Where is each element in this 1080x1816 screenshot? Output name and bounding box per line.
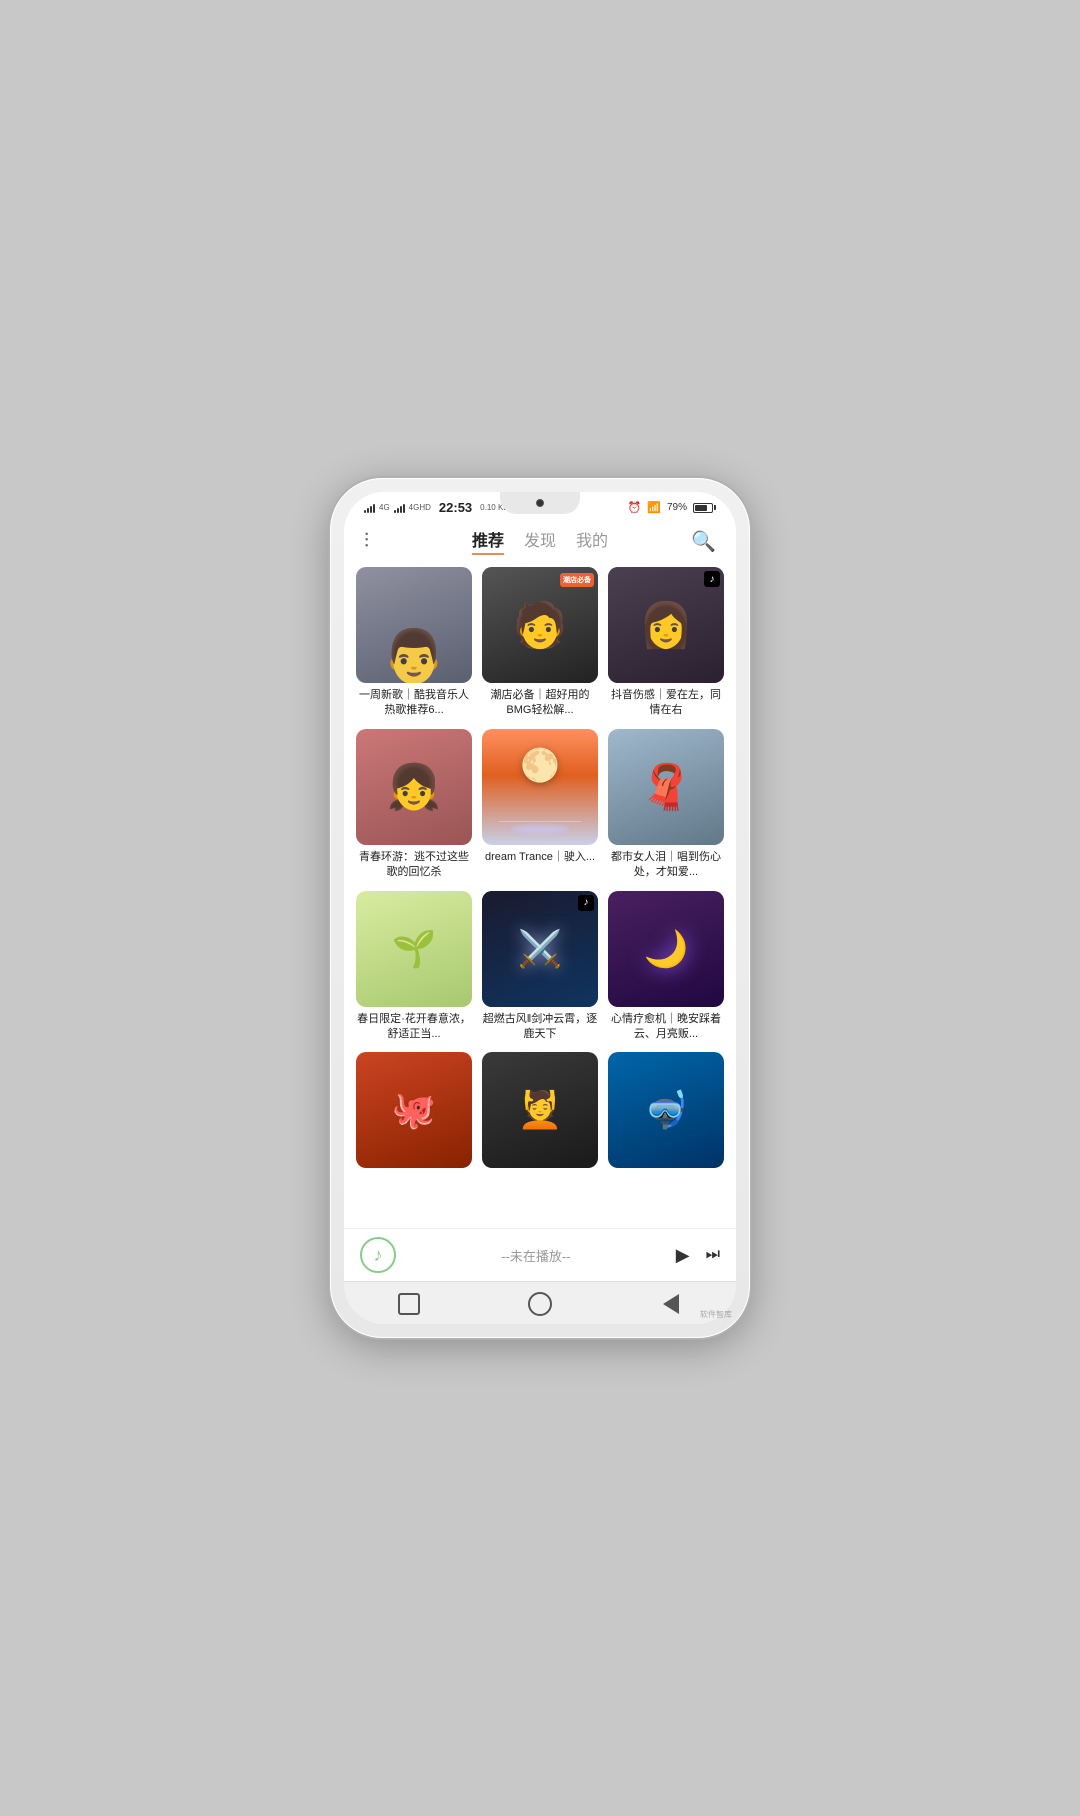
battery-icon — [693, 503, 716, 513]
item-label-7: 春日限定·花开春意浓，舒适正当... — [356, 1012, 472, 1043]
item-label-9: 心情疗愈机｜晚安踩着云、月亮贩... — [608, 1012, 724, 1043]
list-item[interactable]: 👧 青春环游：逃不过这些歌的回忆杀 — [356, 729, 472, 881]
content-area[interactable]: 👨 一周新歌｜酷我音乐人热歌推荐6... 🧑 潮店必备 潮店必备｜超好用的BMG… — [344, 559, 736, 1228]
list-item[interactable]: 💆 — [482, 1052, 598, 1173]
status-right: ⏰ 📶 79% — [628, 501, 716, 514]
signal-type-2: 4GHD — [409, 503, 431, 512]
list-item[interactable]: 🧑 潮店必备 潮店必备｜超好用的BMG轻松解... — [482, 567, 598, 719]
status-left: 4G 4GHD 22:53 0.10 KB/s — [364, 500, 515, 515]
signal-bars-2 — [394, 503, 405, 513]
list-item[interactable]: 👨 一周新歌｜酷我音乐人热歌推荐6... — [356, 567, 472, 719]
thumb-1: 👨 — [356, 567, 472, 683]
list-item[interactable]: ⚔️ ♪ 超燃古风‖剑冲云霄，逐鹿天下 — [482, 891, 598, 1043]
player-controls: ▶ ⏭ — [676, 1245, 720, 1266]
phone-screen: 4G 4GHD 22:53 0.10 KB/s ⏰ 📶 79% — [344, 492, 736, 1324]
bottom-nav — [344, 1281, 736, 1324]
tab-discover[interactable]: 发现 — [524, 527, 556, 555]
music-grid: 👨 一周新歌｜酷我音乐人热歌推荐6... 🧑 潮店必备 潮店必备｜超好用的BMG… — [356, 567, 724, 1173]
badge-text: 潮店必备 — [560, 573, 594, 587]
signal-type-1: 4G — [379, 503, 390, 512]
thumb-10: 🐙 — [356, 1052, 472, 1168]
search-icon[interactable]: 🔍 — [684, 529, 716, 554]
thumb-3: 👩 ♪ — [608, 567, 724, 683]
wifi-icon: 📶 — [647, 501, 661, 514]
item-label-8: 超燃古风‖剑冲云霄，逐鹿天下 — [482, 1012, 598, 1043]
tab-recommend[interactable]: 推荐 — [472, 527, 504, 555]
tab-mine[interactable]: 我的 — [576, 527, 608, 555]
nav-tabs: ⫶ 推荐 发现 我的 🔍 — [344, 519, 736, 559]
thumb-2: 🧑 潮店必备 — [482, 567, 598, 683]
notch — [500, 492, 580, 514]
next-button[interactable]: ⏭ — [706, 1246, 720, 1264]
list-item[interactable]: 👩 ♪ 抖音伤感｜爱在左，同情在右 — [608, 567, 724, 719]
item-label-4: 青春环游：逃不过这些歌的回忆杀 — [356, 850, 472, 881]
player-bar: ♪ --未在播放-- ▶ ⏭ — [344, 1228, 736, 1281]
thumb-12: 🤿 — [608, 1052, 724, 1168]
player-album-icon: ♪ — [360, 1237, 396, 1273]
thumb-8: ⚔️ ♪ — [482, 891, 598, 1007]
list-item[interactable]: 🤿 — [608, 1052, 724, 1173]
status-time: 22:53 — [439, 500, 472, 515]
list-item[interactable]: 🐙 — [356, 1052, 472, 1173]
bar4 — [373, 504, 375, 513]
bar8 — [403, 504, 405, 513]
bar5 — [394, 510, 396, 513]
list-item[interactable]: 🌱 春日限定·花开春意浓，舒适正当... — [356, 891, 472, 1043]
thumb-9: 🌙 — [608, 891, 724, 1007]
tiktok-badge: ♪ — [704, 571, 720, 587]
home-circle-button[interactable] — [526, 1290, 554, 1318]
bar6 — [397, 508, 399, 513]
bar7 — [400, 506, 402, 513]
back-triangle-button[interactable] — [657, 1290, 685, 1318]
filter-icon[interactable]: ⫶ — [364, 530, 396, 553]
list-item[interactable]: 🧣 都市女人泪｜唱到伤心处，才知爱... — [608, 729, 724, 881]
thumb-11: 💆 — [482, 1052, 598, 1168]
back-square-button[interactable] — [395, 1290, 423, 1318]
bar2 — [367, 508, 369, 513]
signal-bars-1 — [364, 503, 375, 513]
item-label-3: 抖音伤感｜爱在左，同情在右 — [608, 688, 724, 719]
phone-outer: 4G 4GHD 22:53 0.10 KB/s ⏰ 📶 79% — [330, 478, 750, 1338]
player-title: --未在播放-- — [408, 1246, 664, 1265]
item-label-6: 都市女人泪｜唱到伤心处，才知爱... — [608, 850, 724, 881]
play-button[interactable]: ▶ — [676, 1245, 690, 1266]
item-label-5: dream Trance｜驶入... — [482, 850, 598, 865]
battery-percent: 79% — [667, 502, 687, 513]
nav-tabs-center: 推荐 发现 我的 — [472, 527, 608, 555]
watermark: 软件智库 — [700, 1309, 732, 1320]
item-label-2: 潮店必备｜超好用的BMG轻松解... — [482, 688, 598, 719]
tiktok-badge-2: ♪ — [578, 895, 594, 911]
alarm-icon: ⏰ — [628, 501, 642, 514]
item-label-1: 一周新歌｜酷我音乐人热歌推荐6... — [356, 688, 472, 719]
bar1 — [364, 510, 366, 513]
list-item[interactable]: 🌕 dream Trance｜驶入... — [482, 729, 598, 881]
thumb-6: 🧣 — [608, 729, 724, 845]
music-note-icon: ♪ — [374, 1245, 383, 1266]
bar3 — [370, 506, 372, 513]
list-item[interactable]: 🌙 心情疗愈机｜晚安踩着云、月亮贩... — [608, 891, 724, 1043]
thumb-5: 🌕 — [482, 729, 598, 845]
thumb-4: 👧 — [356, 729, 472, 845]
camera — [536, 499, 544, 507]
thumb-7: 🌱 — [356, 891, 472, 1007]
